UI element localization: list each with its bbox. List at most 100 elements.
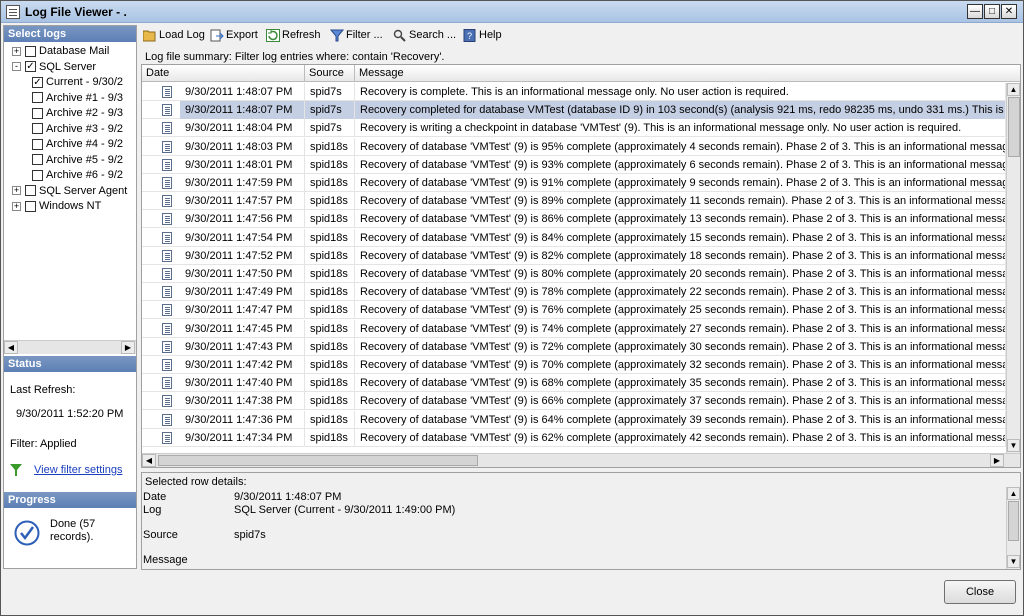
table-row[interactable]: 9/30/2011 1:47:43 PM spid18s Recovery of d… [142,337,1006,356]
status-section: Last Refresh: 9/30/2011 1:52:20 PM Filte… [4,380,136,500]
log-summary: Log file summary: Filter log entries whe… [145,51,445,63]
cell-source: spid18s [305,428,355,447]
details-scroll-thumb[interactable] [1008,501,1019,541]
table-row[interactable]: 9/30/2011 1:47:50 PM spid18s Recovery of d… [142,265,1006,283]
scroll-down-icon[interactable]: ▼ [1007,439,1020,452]
column-header-message[interactable]: Message [355,65,1020,82]
details-vertical-scrollbar[interactable]: ▲ ▼ [1006,487,1020,569]
cell-date: 9/30/2011 1:47:42 PM [180,356,305,374]
cell-source: spid18s [305,410,355,429]
expand-icon[interactable]: + [12,186,21,196]
help-label: Help [479,29,502,41]
checkbox-checked[interactable]: ✓ [25,61,36,73]
tree-item[interactable]: - ✓ SQL Server [12,61,96,76]
scroll-right-icon[interactable]: ▶ [121,341,135,354]
table-row[interactable]: 9/30/2011 1:48:01 PM spid18s Recovery of d… [142,155,1006,174]
column-header-source[interactable]: Source [305,65,355,82]
grid-scroll-left-icon[interactable]: ◀ [142,454,156,467]
minimize-button[interactable]: — [967,4,983,19]
cell-source: spid18s [305,356,355,374]
log-entry-icon [162,304,172,317]
details-source-label: Source [143,529,178,541]
view-filter-settings-link[interactable]: View filter settings [34,464,122,476]
cell-date: 9/30/2011 1:48:03 PM [180,137,305,156]
cell-source: spid7s [305,83,355,101]
table-row[interactable]: 9/30/2011 1:47:40 PM spid18s Recovery of d… [142,374,1006,393]
checkbox[interactable] [25,200,36,212]
refresh-button[interactable]: Refresh [266,27,321,43]
details-log-value: SQL Server (Current - 9/30/2011 1:49:00 … [234,504,456,516]
tree-horizontal-scrollbar[interactable]: ◀ ▶ [4,340,136,354]
cell-source: spid18s [305,246,355,265]
checkbox[interactable] [32,92,43,104]
progress-section: Done (57 records). [4,518,136,568]
tree-item[interactable]: Archive #1 - 9/3 [32,92,123,107]
table-row[interactable]: 9/30/2011 1:47:52 PM spid18s Recovery of d… [142,246,1006,265]
table-row[interactable]: 9/30/2011 1:48:04 PM spid7s Recovery is wr… [142,119,1006,138]
search-button[interactable]: Search ... [393,27,456,43]
details-log-label: Log [143,504,162,516]
export-button[interactable]: Export [210,27,258,43]
tree-item-label: Archive #1 - 9/3 [46,91,124,104]
checkbox[interactable] [32,169,43,181]
table-row[interactable]: 9/30/2011 1:47:45 PM spid18s Recovery of d… [142,319,1006,338]
grid-vertical-scrollbar[interactable]: ▲ ▼ [1006,83,1020,453]
close-button[interactable]: Close [944,580,1016,604]
checkbox[interactable] [32,107,43,119]
tree-item[interactable]: Archive #4 - 9/2 [32,138,123,153]
log-entry-icon [162,213,172,226]
collapse-icon[interactable]: - [12,62,21,72]
tree-item[interactable]: + Database Mail [12,45,109,60]
tree-item[interactable]: Archive #5 - 9/2 [32,154,123,169]
details-message-label: Message [143,554,188,566]
scroll-left-icon[interactable]: ◀ [4,341,18,354]
scroll-up-icon[interactable]: ▲ [1007,83,1020,96]
table-row[interactable]: 9/30/2011 1:47:54 PM spid18s Recovery of d… [142,228,1006,247]
cell-date: 9/30/2011 1:47:40 PM [180,374,305,393]
checkbox[interactable] [25,185,36,197]
maximize-button[interactable]: □ [984,4,1000,19]
details-scroll-down-icon[interactable]: ▼ [1007,555,1020,568]
table-row[interactable]: 9/30/2011 1:47:42 PM spid18s Recovery of d… [142,356,1006,374]
load-log-button[interactable]: Load Log [143,27,205,43]
checkbox[interactable] [32,138,43,150]
cell-date: 9/30/2011 1:48:04 PM [180,119,305,138]
table-row[interactable]: 9/30/2011 1:47:49 PM spid18s Recovery of d… [142,283,1006,302]
tree-item[interactable]: Archive #6 - 9/2 [32,169,123,184]
expand-icon[interactable]: + [12,46,21,56]
help-button[interactable]: ? Help [463,27,502,43]
tree-item[interactable]: ✓ Current - 9/30/2 [32,76,123,91]
log-entry-icon [162,322,172,335]
grid-scroll-right-icon[interactable]: ▶ [990,454,1004,467]
details-scroll-up-icon[interactable]: ▲ [1007,487,1020,500]
table-row[interactable]: 9/30/2011 1:47:47 PM spid18s Recovery of d… [142,301,1006,320]
tree-item[interactable]: Archive #2 - 9/3 [32,107,123,122]
tree-item[interactable]: Archive #3 - 9/2 [32,123,123,138]
table-row[interactable]: 9/30/2011 1:48:07 PM spid7s Recovery compl… [142,101,1006,120]
progress-text-line2: records). [50,531,94,543]
checkbox[interactable] [32,154,43,166]
table-row[interactable]: 9/30/2011 1:47:57 PM spid18s Recovery of d… [142,192,1006,211]
expand-icon[interactable]: + [12,201,21,211]
table-row[interactable]: 9/30/2011 1:47:56 PM spid18s Recovery of d… [142,210,1006,229]
grid-horizontal-scrollbar[interactable]: ◀ ▶ [142,453,1020,467]
cell-message: Recovery of database 'VMTest' (9) is 84%… [355,228,1006,247]
checkbox[interactable] [25,45,36,57]
export-icon [210,29,224,42]
close-window-button[interactable]: ✕ [1001,4,1017,19]
table-row[interactable]: 9/30/2011 1:48:03 PM spid18s Recovery of d… [142,137,1006,156]
table-row[interactable]: 9/30/2011 1:47:34 PM spid18s Recovery of d… [142,428,1006,447]
table-row[interactable]: 9/30/2011 1:47:36 PM spid18s Recovery of d… [142,410,1006,429]
left-panel: Select logs + Database Mail - ✓ SQL Server ✓ C… [3,25,137,569]
table-row[interactable]: 9/30/2011 1:47:38 PM spid18s Recovery of d… [142,392,1006,411]
table-row[interactable]: 9/30/2011 1:47:59 PM spid18s Recovery of d… [142,174,1006,192]
horizontal-scroll-thumb[interactable] [158,455,478,466]
column-header-date[interactable]: Date [142,65,305,82]
vertical-scroll-thumb[interactable] [1008,97,1020,157]
table-row[interactable]: 9/30/2011 1:48:07 PM spid7s Recovery is co… [142,83,1006,101]
checkbox[interactable] [32,123,43,135]
tree-item[interactable]: + Windows NT [12,200,101,215]
tree-item[interactable]: + SQL Server Agent [12,185,127,200]
checkbox-checked[interactable]: ✓ [32,76,43,88]
filter-button[interactable]: Filter ... [330,27,383,43]
